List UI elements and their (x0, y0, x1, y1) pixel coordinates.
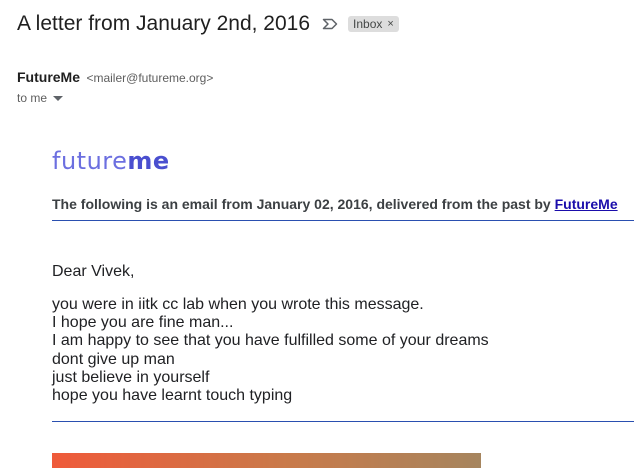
logo-part-future: future (52, 147, 128, 175)
divider-top (52, 220, 634, 221)
caret-down-icon[interactable] (53, 91, 64, 105)
message-line: I hope you are fine man... (52, 314, 234, 332)
futureme-logo: futureme (52, 146, 170, 176)
inbox-label-text: Inbox (353, 17, 383, 31)
intro-line: The following is an email from January 0… (52, 196, 618, 212)
recipient-label: to me (17, 90, 48, 105)
inbox-label-chip[interactable]: Inbox × (348, 16, 399, 32)
sender-name[interactable]: FutureMe (17, 69, 80, 85)
message-body: you were in iitk cc lab when you wrote t… (52, 296, 489, 405)
message-line: I am happy to see that you have fulfille… (52, 332, 489, 350)
important-marker-icon[interactable] (322, 17, 338, 35)
close-icon[interactable]: × (387, 18, 393, 30)
greeting: Dear Vivek, (52, 263, 135, 280)
message-line: dont give up man (52, 350, 175, 368)
futureme-link[interactable]: FutureMe (555, 196, 618, 212)
subject-row: A letter from January 2nd, 2016 Inbox × (17, 12, 399, 36)
message-line: just believe in yourself (52, 368, 210, 386)
message-line: hope you have learnt touch typing (52, 387, 293, 405)
email-subject: A letter from January 2nd, 2016 (17, 12, 311, 35)
logo-part-me: me (127, 147, 170, 175)
divider-bottom (52, 421, 634, 422)
sender-row: FutureMe <mailer@futureme.org> (17, 69, 213, 87)
recipient-details-toggle[interactable]: to me (17, 90, 64, 105)
gradient-banner (52, 453, 481, 468)
message-line: you were in iitk cc lab when you wrote t… (52, 296, 424, 313)
intro-text: The following is an email from January 0… (52, 196, 555, 212)
sender-email: <mailer@futureme.org> (86, 71, 214, 85)
